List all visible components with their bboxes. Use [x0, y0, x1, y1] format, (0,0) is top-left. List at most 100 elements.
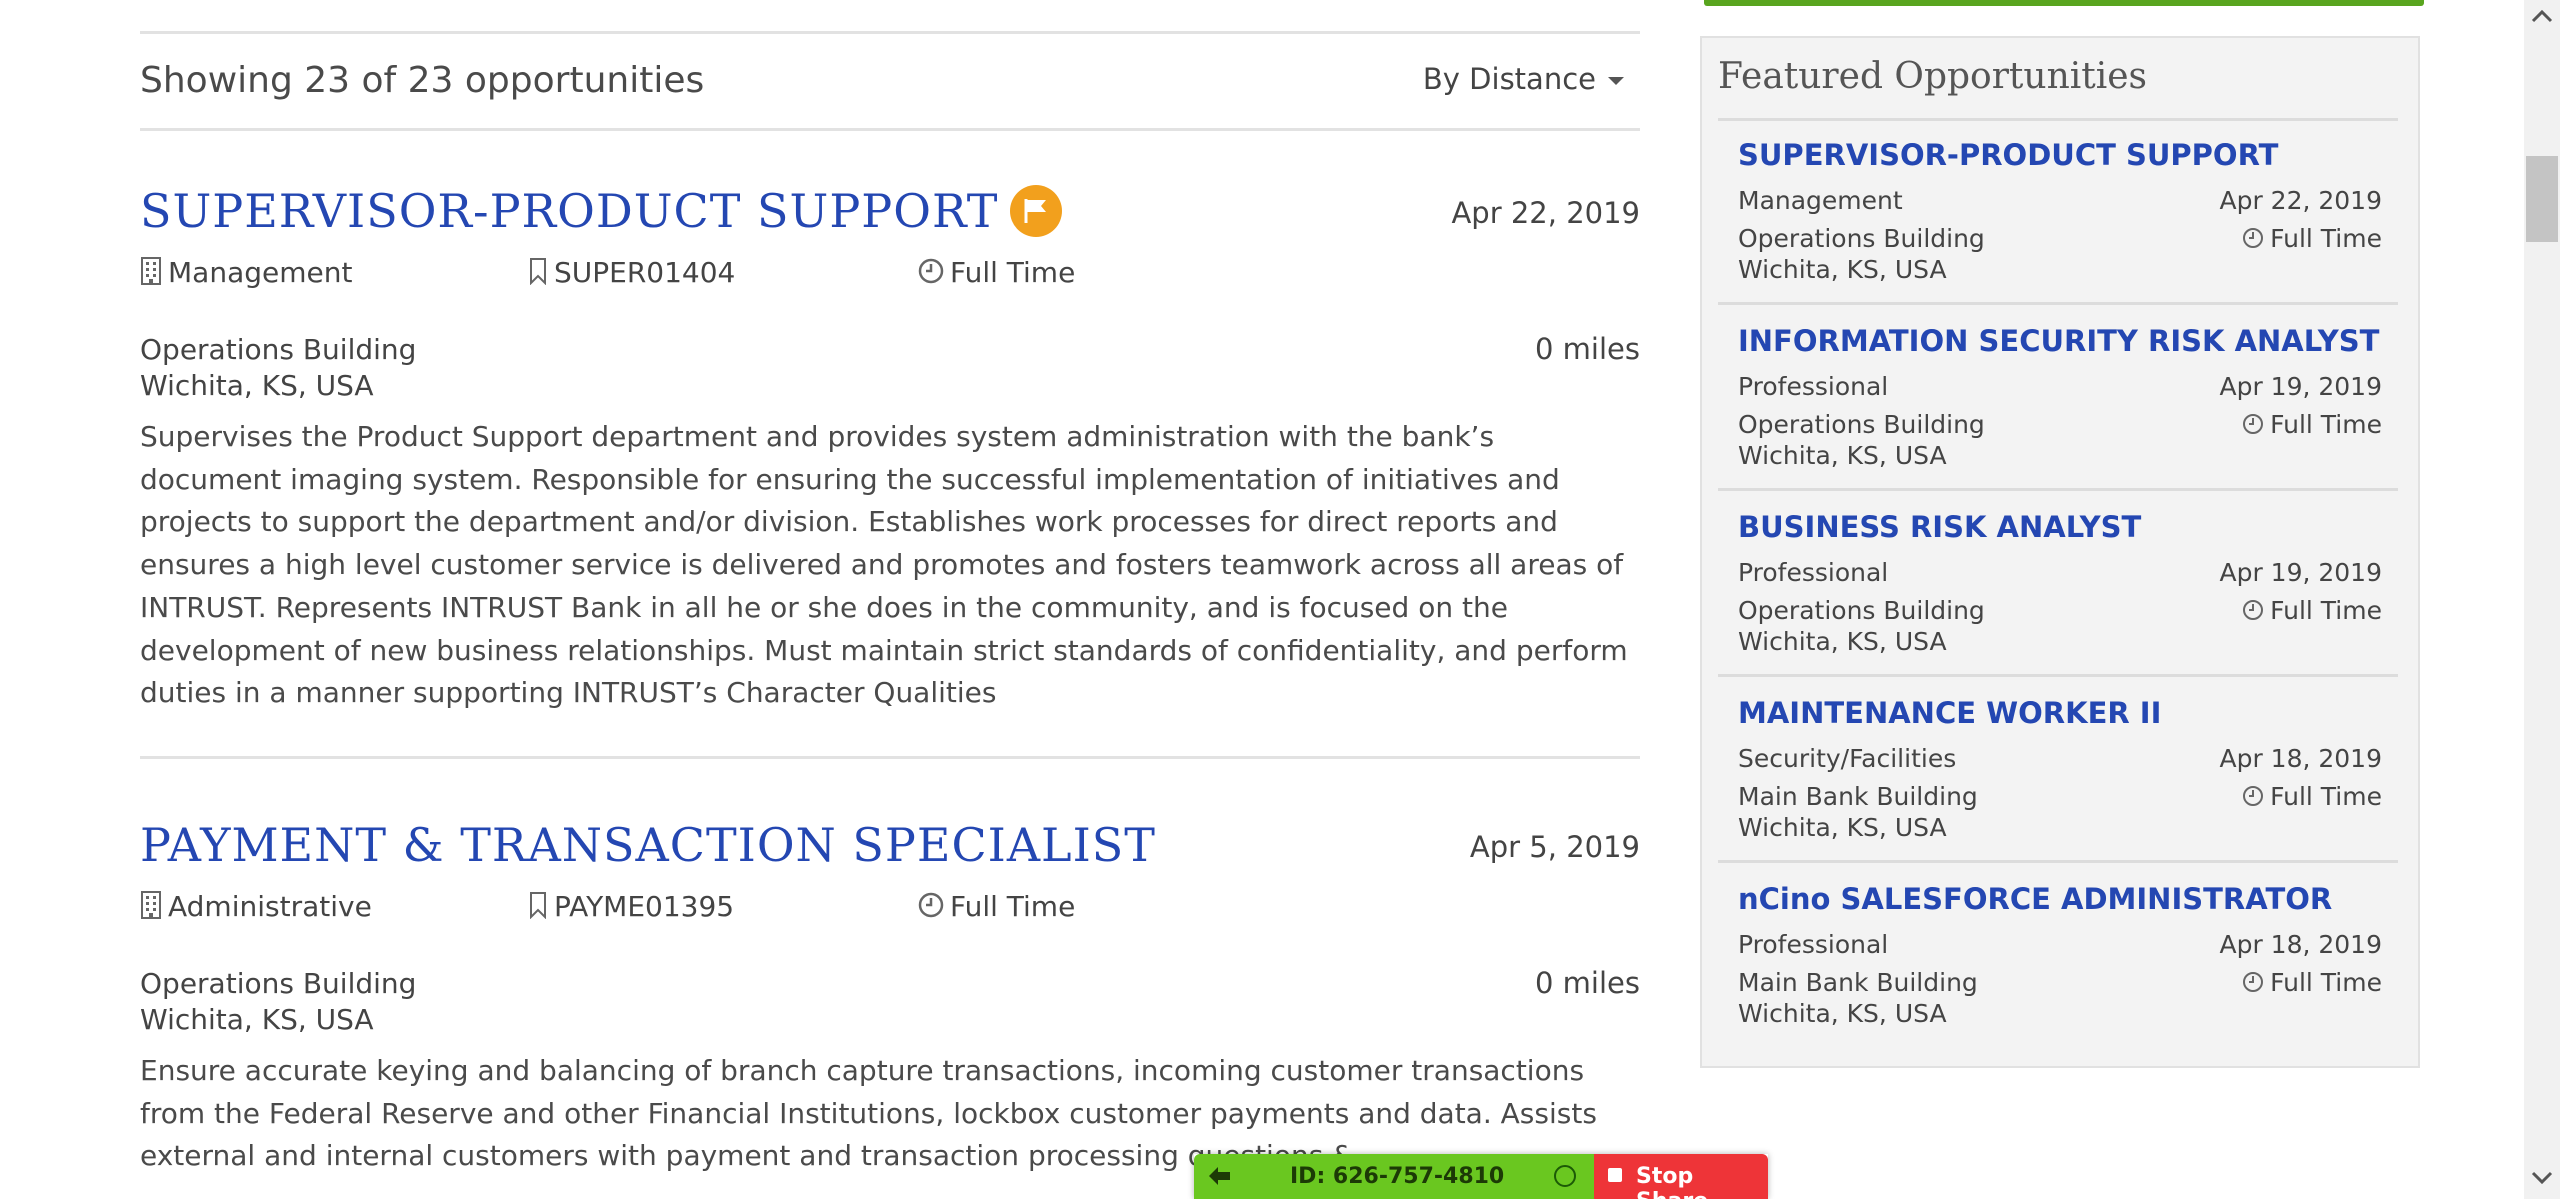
- featured-building: Operations Building: [1738, 224, 1985, 253]
- job-date: Apr 5, 2019: [1469, 830, 1640, 864]
- share-arrow-icon: [1209, 1167, 1230, 1185]
- featured-divider: [1718, 302, 2398, 305]
- featured-building: Main Bank Building: [1738, 968, 1978, 997]
- job-category-label: Administrative: [168, 890, 372, 923]
- job-building: Operations Building: [140, 967, 417, 1000]
- scrollbar-thumb[interactable]: [2526, 156, 2558, 242]
- job-location: Operations Building Wichita, KS, USA: [140, 966, 416, 1038]
- job-type-label: Full Time: [950, 890, 1076, 923]
- featured-job-link[interactable]: INFORMATION SECURITY RISK ANALYST: [1738, 324, 2379, 358]
- featured-type-label: Full Time: [2270, 782, 2382, 811]
- featured-type: Full Time: [2242, 782, 2382, 811]
- job-category: Management: [140, 256, 352, 289]
- stop-share-label: Stop Share: [1636, 1164, 1708, 1199]
- featured-job-link[interactable]: MAINTENANCE WORKER II: [1738, 696, 2161, 730]
- clock-icon: [918, 258, 944, 284]
- featured-type: Full Time: [2242, 596, 2382, 625]
- scroll-down-arrow-icon[interactable]: [2530, 1168, 2554, 1188]
- bookmark-icon: [530, 258, 546, 286]
- featured-city: Wichita, KS, USA: [1738, 999, 1947, 1028]
- building-icon: [141, 891, 161, 919]
- featured-type-label: Full Time: [2270, 968, 2382, 997]
- sort-label: By Distance: [1422, 62, 1596, 96]
- flag-icon: [1010, 185, 1063, 237]
- job-title: SUPERVISOR-PRODUCT SUPPORT: [140, 184, 999, 238]
- status-circle-icon: [1554, 1165, 1576, 1187]
- clock-icon: [2243, 600, 2264, 620]
- clock-icon: [918, 892, 944, 918]
- results-toolbar: Showing 23 of 23 opportunities By Distan…: [140, 34, 1640, 131]
- clock-icon: [2243, 972, 2264, 992]
- featured-title: Featured Opportunities: [1718, 56, 2148, 97]
- job-distance: 0 miles: [1535, 966, 1640, 1000]
- featured-job-link[interactable]: SUPERVISOR-PRODUCT SUPPORT: [1738, 138, 2278, 172]
- job-city: Wichita, KS, USA: [140, 1003, 374, 1036]
- job-category-label: Management: [168, 256, 353, 289]
- job-type-label: Full Time: [950, 256, 1076, 289]
- featured-opportunities-panel: Featured Opportunities SUPERVISOR-PRODUC…: [1700, 36, 2420, 1068]
- job-title: PAYMENT & TRANSACTION SPECIALIST: [140, 818, 1156, 872]
- featured-date: Apr 22, 2019: [2219, 186, 2382, 215]
- featured-job-link[interactable]: nCino SALESFORCE ADMINISTRATOR: [1738, 882, 2332, 916]
- featured-category: Professional: [1738, 930, 1889, 959]
- caret-down-icon: [1608, 77, 1624, 85]
- featured-type-label: Full Time: [2270, 596, 2382, 625]
- featured-building: Main Bank Building: [1738, 782, 1978, 811]
- featured-divider: [1718, 674, 2398, 677]
- scroll-up-arrow-icon[interactable]: [2530, 6, 2554, 26]
- clock-icon: [2243, 786, 2264, 806]
- clock-icon: [2243, 228, 2264, 248]
- job-req-id-label: SUPER01404: [554, 256, 736, 289]
- sort-dropdown[interactable]: By Distance: [1423, 62, 1624, 96]
- job-building: Operations Building: [140, 333, 417, 366]
- stop-share-button[interactable]: Stop Share: [1594, 1154, 1768, 1199]
- job-title-link[interactable]: PAYMENT & TRANSACTION SPECIALIST: [140, 818, 1156, 872]
- featured-category: Security/Facilities: [1738, 744, 1957, 773]
- job-city: Wichita, KS, USA: [140, 369, 374, 402]
- featured-city: Wichita, KS, USA: [1738, 813, 1947, 842]
- featured-type: Full Time: [2242, 224, 2382, 253]
- job-location: Operations Building Wichita, KS, USA: [140, 332, 416, 404]
- featured-city: Wichita, KS, USA: [1738, 255, 1947, 284]
- share-id-panel[interactable]: ID: 626-757-4810: [1194, 1154, 1594, 1199]
- job-listing: SUPERVISOR-PRODUCT SUPPORT Apr 22, 2019 …: [140, 184, 1640, 758]
- featured-category: Professional: [1738, 372, 1889, 401]
- featured-divider: [1718, 118, 2398, 121]
- featured-city: Wichita, KS, USA: [1738, 441, 1947, 470]
- results-count: Showing 23 of 23 opportunities: [140, 60, 705, 101]
- job-req-id: SUPER01404: [528, 256, 735, 289]
- featured-category: Management: [1738, 186, 1903, 215]
- featured-category: Professional: [1738, 558, 1889, 587]
- job-distance: 0 miles: [1535, 332, 1640, 366]
- featured-building: Operations Building: [1738, 596, 1985, 625]
- apply-button-edge[interactable]: [1704, 0, 2424, 6]
- featured-divider: [1718, 488, 2398, 491]
- featured-type: Full Time: [2242, 968, 2382, 997]
- job-req-id-label: PAYME01395: [554, 890, 735, 923]
- featured-date: Apr 18, 2019: [2219, 744, 2382, 773]
- job-category: Administrative: [140, 890, 372, 923]
- job-type: Full Time: [918, 890, 1075, 923]
- clock-icon: [2243, 414, 2264, 434]
- job-type: Full Time: [918, 256, 1075, 289]
- featured-type-label: Full Time: [2270, 224, 2382, 253]
- featured-date: Apr 19, 2019: [2219, 372, 2382, 401]
- featured-type: Full Time: [2242, 410, 2382, 439]
- stop-icon: [1608, 1168, 1622, 1182]
- featured-building: Operations Building: [1738, 410, 1985, 439]
- bookmark-icon: [530, 892, 546, 920]
- job-listing: PAYMENT & TRANSACTION SPECIALIST Apr 5, …: [140, 818, 1640, 1199]
- job-date: Apr 22, 2019: [1451, 196, 1640, 230]
- featured-date: Apr 18, 2019: [2219, 930, 2382, 959]
- building-icon: [141, 257, 161, 285]
- share-session-id: ID: 626-757-4810: [1290, 1164, 1505, 1189]
- featured-type-label: Full Time: [2270, 410, 2382, 439]
- featured-divider: [1718, 860, 2398, 863]
- job-description: Supervises the Product Support departmen…: [140, 420, 1628, 710]
- featured-job-link[interactable]: BUSINESS RISK ANALYST: [1738, 510, 2141, 544]
- job-title-link[interactable]: SUPERVISOR-PRODUCT SUPPORT: [140, 184, 1063, 241]
- job-divider: [140, 756, 1640, 759]
- job-req-id: PAYME01395: [528, 890, 734, 923]
- featured-city: Wichita, KS, USA: [1738, 627, 1947, 656]
- screen-share-bar: ID: 626-757-4810 Stop Share: [1194, 1154, 1768, 1199]
